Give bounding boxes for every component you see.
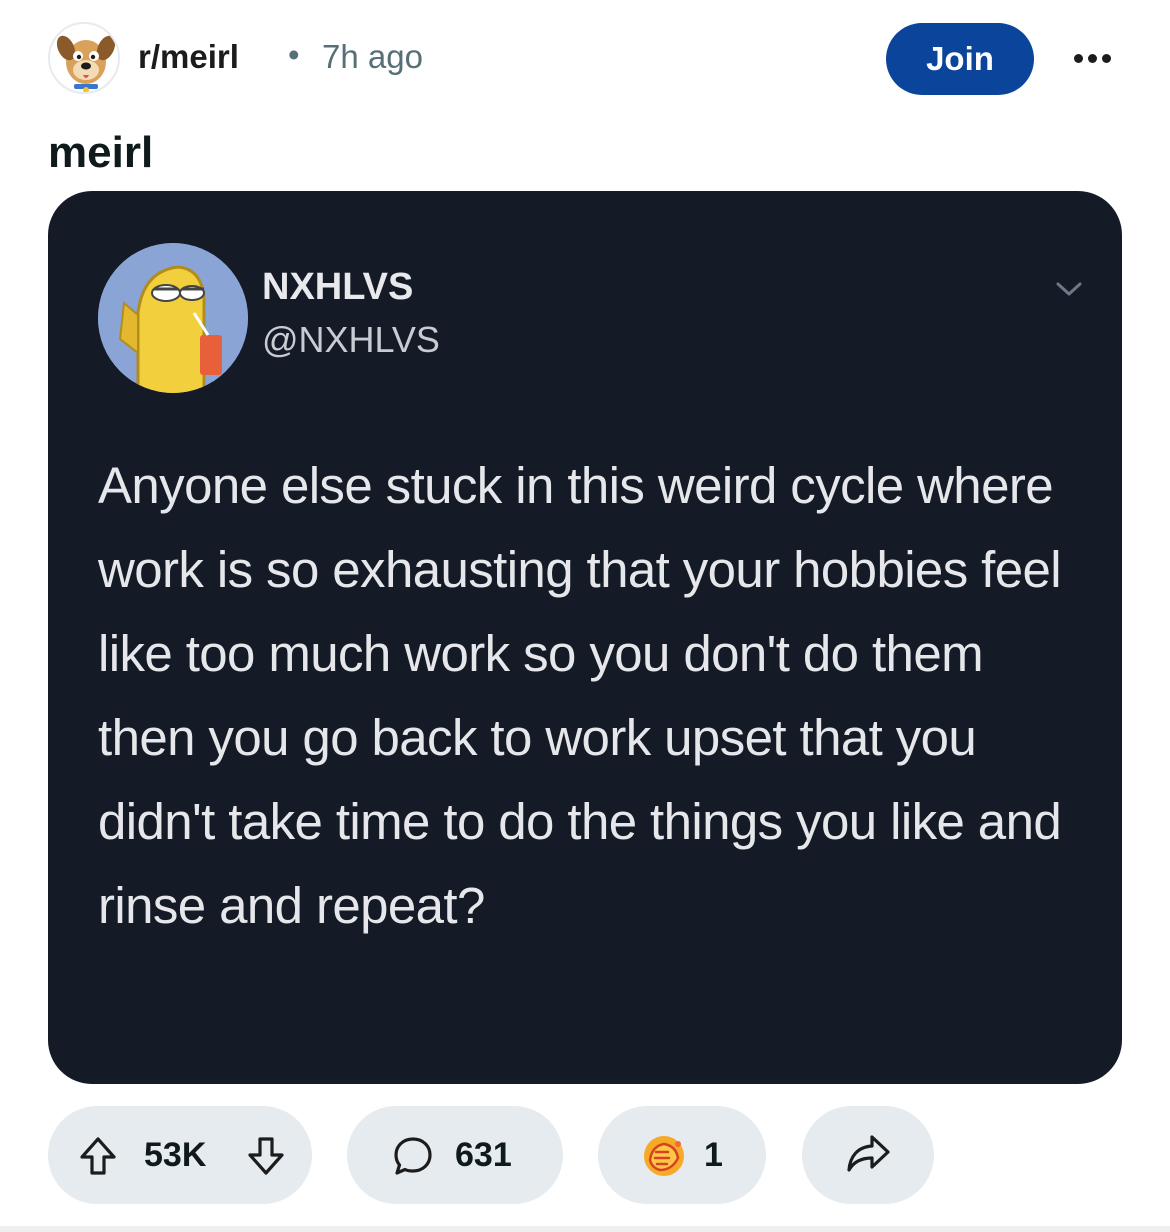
chevron-down-icon	[1054, 279, 1084, 299]
join-button[interactable]: Join	[886, 23, 1034, 95]
post-title: meirl	[48, 128, 154, 177]
comment-count: 631	[455, 1136, 512, 1174]
more-options-icon[interactable]	[1062, 38, 1122, 78]
tweet-avatar	[98, 243, 248, 393]
tweet-author-name: NXHLVS	[262, 266, 414, 308]
award-icon	[638, 1130, 690, 1187]
downvote-icon[interactable]	[244, 1134, 288, 1183]
vote-count: 53K	[144, 1136, 207, 1174]
award-button[interactable]: 1	[598, 1106, 766, 1204]
tweet-text: Anyone else stuck in this weird cycle wh…	[98, 457, 1062, 934]
tweet-author-handle: @NXHLVS	[262, 319, 440, 360]
vote-pill: 53K	[48, 1106, 312, 1204]
post-header: r/meirl • 7h ago Join	[0, 0, 1170, 120]
post-time: 7h ago	[322, 38, 423, 75]
comments-button[interactable]: 631	[347, 1106, 563, 1204]
share-button[interactable]	[802, 1106, 934, 1204]
separator-dot: •	[288, 36, 300, 73]
upvote-icon[interactable]	[76, 1134, 120, 1183]
subreddit-name[interactable]: r/meirl	[138, 38, 239, 76]
post-image[interactable]: NXHLVS @NXHLVS Anyone else stuck in this…	[48, 191, 1122, 1084]
share-icon	[844, 1131, 892, 1180]
subreddit-avatar-icon[interactable]	[48, 22, 120, 94]
divider	[0, 1226, 1170, 1232]
comment-icon	[391, 1134, 435, 1183]
post-page: r/meirl • 7h ago Join meirl NXHLVS @NXHL…	[0, 0, 1170, 1232]
award-count: 1	[704, 1136, 723, 1174]
action-bar: 53K 631 1	[0, 1106, 1170, 1206]
